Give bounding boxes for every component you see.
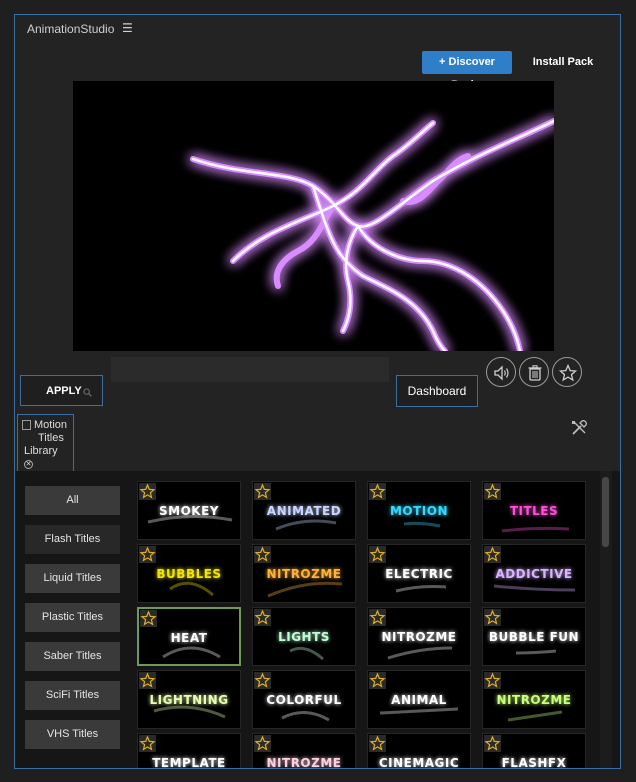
template-tile[interactable]: ANIMAL bbox=[367, 670, 471, 729]
favorite-star-icon[interactable] bbox=[139, 735, 156, 752]
tile-title: TEMPLATE bbox=[152, 756, 226, 769]
template-tile[interactable]: MOTION bbox=[367, 481, 471, 540]
close-icon[interactable]: ✕ bbox=[24, 460, 33, 469]
template-tile[interactable]: HEAT bbox=[137, 607, 241, 666]
lightning-animation-frame bbox=[190, 118, 554, 351]
template-tile[interactable]: ANIMATED bbox=[252, 481, 356, 540]
template-tile[interactable]: LIGHTS bbox=[252, 607, 356, 666]
tile-title: LIGHTNING bbox=[149, 693, 229, 707]
category-all[interactable]: All bbox=[25, 486, 120, 515]
favorite-star-icon[interactable] bbox=[254, 735, 271, 752]
tile-title: ANIMAL bbox=[391, 693, 447, 707]
template-tile[interactable]: TEMPLATE bbox=[137, 733, 241, 769]
favorite-star-icon[interactable] bbox=[254, 546, 271, 563]
library-tab-line2: Titles bbox=[38, 432, 64, 444]
tab-motion-titles-library[interactable]: Motion Titles Library ✕ bbox=[17, 414, 74, 471]
favorite-button[interactable] bbox=[552, 357, 582, 387]
preview-player[interactable] bbox=[73, 81, 554, 351]
template-tile[interactable]: NITROZME bbox=[252, 544, 356, 603]
broken-image-icon bbox=[22, 420, 31, 430]
template-tile[interactable]: LIGHTNING bbox=[137, 670, 241, 729]
tile-title: ADDICTIVE bbox=[495, 567, 573, 581]
favorite-star-icon[interactable] bbox=[254, 483, 271, 500]
hamburger-icon[interactable]: ☰ bbox=[122, 21, 133, 35]
tools-icon[interactable] bbox=[570, 419, 588, 437]
tile-title: HEAT bbox=[170, 631, 208, 645]
search-icon bbox=[83, 388, 92, 397]
tile-title: ELECTRIC bbox=[385, 567, 453, 581]
favorite-star-icon[interactable] bbox=[484, 672, 501, 689]
tile-title: NITROZME bbox=[266, 567, 342, 581]
apply-label: APPLY bbox=[46, 385, 82, 397]
install-pack-button[interactable]: Install Pack bbox=[523, 51, 603, 74]
library-tab-line3: Library bbox=[24, 445, 58, 457]
apply-button[interactable]: APPLY bbox=[20, 375, 103, 406]
tile-title: ANIMATED bbox=[266, 504, 342, 518]
library-tab-line1: Motion bbox=[34, 419, 68, 431]
search-input[interactable] bbox=[111, 357, 389, 382]
tile-title: FLASHFX bbox=[501, 756, 567, 769]
template-tile[interactable]: BUBBLE FUN bbox=[482, 607, 586, 666]
category-scifi-titles[interactable]: SciFi Titles bbox=[25, 681, 120, 710]
trash-icon bbox=[528, 365, 542, 381]
tile-title: NITROZME bbox=[496, 693, 572, 707]
favorite-star-icon[interactable] bbox=[484, 483, 501, 500]
category-vhs-titles[interactable]: VHS Titles bbox=[25, 720, 120, 749]
speaker-icon bbox=[494, 365, 509, 381]
delete-button[interactable] bbox=[519, 357, 549, 387]
favorite-star-icon[interactable] bbox=[484, 735, 501, 752]
dashboard-button[interactable]: Dashboard bbox=[396, 375, 478, 407]
sound-button[interactable] bbox=[486, 357, 516, 387]
favorite-star-icon[interactable] bbox=[140, 610, 157, 627]
category-saber-titles[interactable]: Saber Titles bbox=[25, 642, 120, 671]
tile-title: NITROZME bbox=[266, 756, 342, 769]
category-flash-titles[interactable]: Flash Titles bbox=[25, 525, 120, 554]
tile-title: NITROZME bbox=[381, 630, 457, 644]
template-tile[interactable]: ADDICTIVE bbox=[482, 544, 586, 603]
tile-title: BUBBLES bbox=[156, 567, 222, 581]
tile-title: SMOKEY bbox=[159, 504, 219, 518]
favorite-star-icon[interactable] bbox=[254, 672, 271, 689]
tile-title: TITLES bbox=[509, 504, 559, 518]
template-tile[interactable]: COLORFUL bbox=[252, 670, 356, 729]
tile-title: LIGHTS bbox=[278, 630, 330, 644]
template-tile[interactable]: NITROZME bbox=[367, 607, 471, 666]
favorite-star-icon[interactable] bbox=[369, 483, 386, 500]
template-tile[interactable]: SMOKEY bbox=[137, 481, 241, 540]
template-tile[interactable]: NITROZME bbox=[482, 670, 586, 729]
favorite-star-icon[interactable] bbox=[139, 546, 156, 563]
scrollbar-thumb[interactable] bbox=[602, 477, 609, 547]
template-tile[interactable]: CINEMAGIC bbox=[367, 733, 471, 769]
favorite-star-icon[interactable] bbox=[254, 609, 271, 626]
favorite-star-icon[interactable] bbox=[369, 609, 386, 626]
favorite-star-icon[interactable] bbox=[139, 672, 156, 689]
template-tile[interactable]: ELECTRIC bbox=[367, 544, 471, 603]
star-icon bbox=[559, 364, 577, 382]
template-tile[interactable]: FLASHFX bbox=[482, 733, 586, 769]
favorite-star-icon[interactable] bbox=[484, 546, 501, 563]
panel-title: AnimationStudio bbox=[27, 22, 115, 36]
favorite-star-icon[interactable] bbox=[369, 546, 386, 563]
tile-title: BUBBLE FUN bbox=[488, 630, 580, 644]
favorite-star-icon[interactable] bbox=[369, 735, 386, 752]
tile-title: CINEMAGIC bbox=[378, 756, 460, 769]
category-plastic-titles[interactable]: Plastic Titles bbox=[25, 603, 120, 632]
library-content: All Flash Titles Liquid Titles Plastic Titl… bbox=[15, 471, 620, 769]
favorite-star-icon[interactable] bbox=[139, 483, 156, 500]
discover-packs-button[interactable]: + Discover Packs bbox=[422, 51, 512, 91]
template-tile[interactable]: TITLES bbox=[482, 481, 586, 540]
favorite-star-icon[interactable] bbox=[369, 672, 386, 689]
tile-title: COLORFUL bbox=[266, 693, 342, 707]
favorite-star-icon[interactable] bbox=[484, 609, 501, 626]
tile-title: MOTION bbox=[389, 504, 449, 518]
template-tile[interactable]: NITROZME bbox=[252, 733, 356, 769]
panel-header: AnimationStudio ☰ bbox=[15, 15, 620, 43]
animation-studio-panel: AnimationStudio ☰ + Discover Packs Insta… bbox=[14, 14, 621, 769]
template-tile[interactable]: BUBBLES bbox=[137, 544, 241, 603]
category-liquid-titles[interactable]: Liquid Titles bbox=[25, 564, 120, 593]
